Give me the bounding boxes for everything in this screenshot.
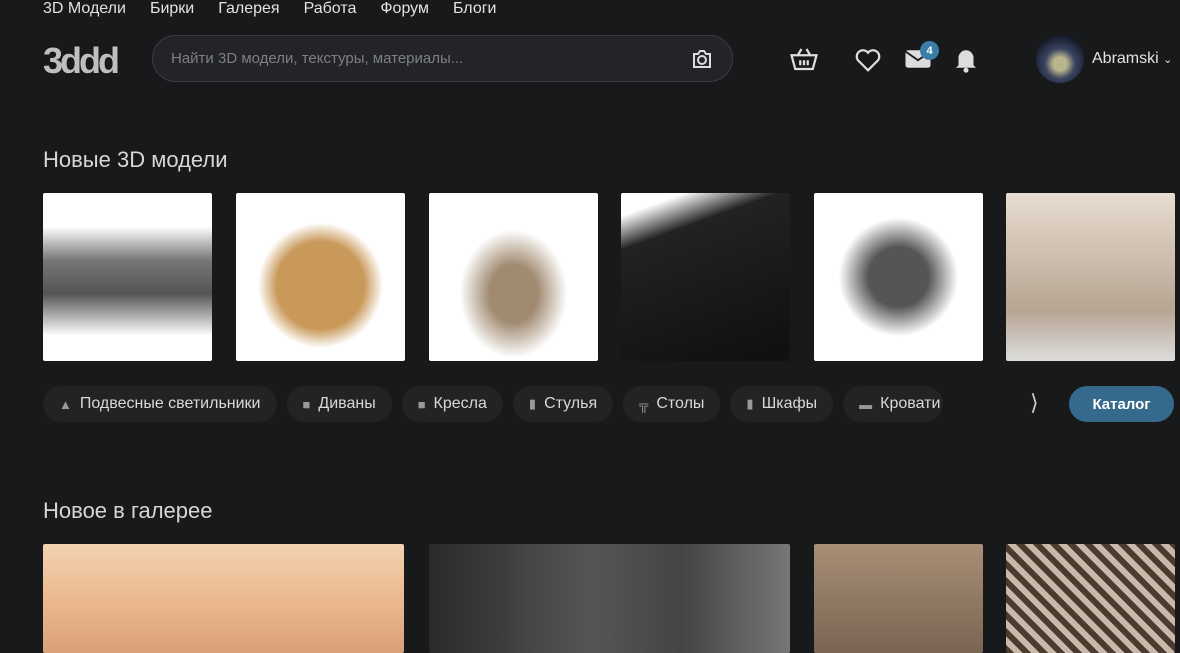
gallery-thumbnail[interactable]: [43, 544, 404, 653]
sofa-icon: ■: [302, 396, 311, 412]
messages-badge: 4: [920, 41, 939, 60]
user-menu[interactable]: Abramski ⌄: [1092, 50, 1172, 68]
chandelier-icon: ▲: [59, 396, 72, 412]
nav-3d-models[interactable]: 3D Модели: [43, 0, 126, 18]
chevron-right-icon[interactable]: ⟩: [1030, 390, 1039, 416]
category-chip[interactable]: ╦ Столы: [623, 386, 721, 422]
model-thumbnail[interactable]: [621, 193, 790, 361]
category-chip[interactable]: ■ Кресла: [401, 386, 503, 422]
nav-gallery[interactable]: Галерея: [218, 0, 279, 18]
username: Abramski: [1092, 50, 1159, 67]
gallery-thumbnail[interactable]: [1006, 544, 1175, 653]
basket-icon[interactable]: [789, 44, 819, 74]
category-chip[interactable]: ▮ Шкафы: [730, 386, 834, 422]
logo[interactable]: 3ddd: [43, 40, 120, 82]
model-thumbnail[interactable]: [43, 193, 212, 361]
search-bar: [152, 35, 733, 82]
model-thumbnail[interactable]: [429, 193, 598, 361]
model-thumbnail[interactable]: [814, 193, 983, 361]
gallery-thumbnail[interactable]: [429, 544, 790, 653]
bed-icon: ▬: [859, 396, 873, 412]
heart-icon[interactable]: [853, 44, 883, 74]
table-icon: ╦: [639, 396, 649, 412]
chair-icon: ▮: [528, 396, 537, 411]
avatar[interactable]: [1036, 35, 1084, 83]
category-chip[interactable]: ■ Диваны: [286, 386, 392, 422]
catalog-button[interactable]: Каталог: [1069, 386, 1174, 422]
chevron-down-icon: ⌄: [1163, 54, 1173, 66]
bell-icon[interactable]: [951, 44, 981, 74]
category-chips: ▲ Подвесные светильники ■ Диваны ■ Кресла ▮…: [43, 386, 944, 422]
category-chip[interactable]: ▬ Кровати: [843, 386, 944, 422]
nav-jobs[interactable]: Работа: [304, 0, 357, 18]
gallery-thumbnail[interactable]: [814, 544, 983, 653]
category-chip[interactable]: ▲ Подвесные светильники: [43, 386, 277, 422]
model-thumbnail[interactable]: [1006, 193, 1175, 361]
section-title-new-models: Новые 3D модели: [43, 147, 228, 172]
model-thumbnail[interactable]: [236, 193, 405, 361]
category-chip[interactable]: ▮ Стулья: [512, 386, 614, 422]
search-input[interactable]: [171, 50, 690, 67]
section-title-gallery: Новое в галерее: [43, 498, 213, 523]
top-nav: 3D Модели Бирки Галерея Работа Форум Бло…: [43, 0, 497, 18]
wardrobe-icon: ▮: [746, 396, 754, 411]
nav-tags[interactable]: Бирки: [150, 0, 194, 18]
camera-icon[interactable]: [690, 47, 714, 71]
nav-forum[interactable]: Форум: [380, 0, 429, 18]
nav-blogs[interactable]: Блоги: [453, 0, 497, 18]
armchair-icon: ■: [417, 396, 426, 412]
